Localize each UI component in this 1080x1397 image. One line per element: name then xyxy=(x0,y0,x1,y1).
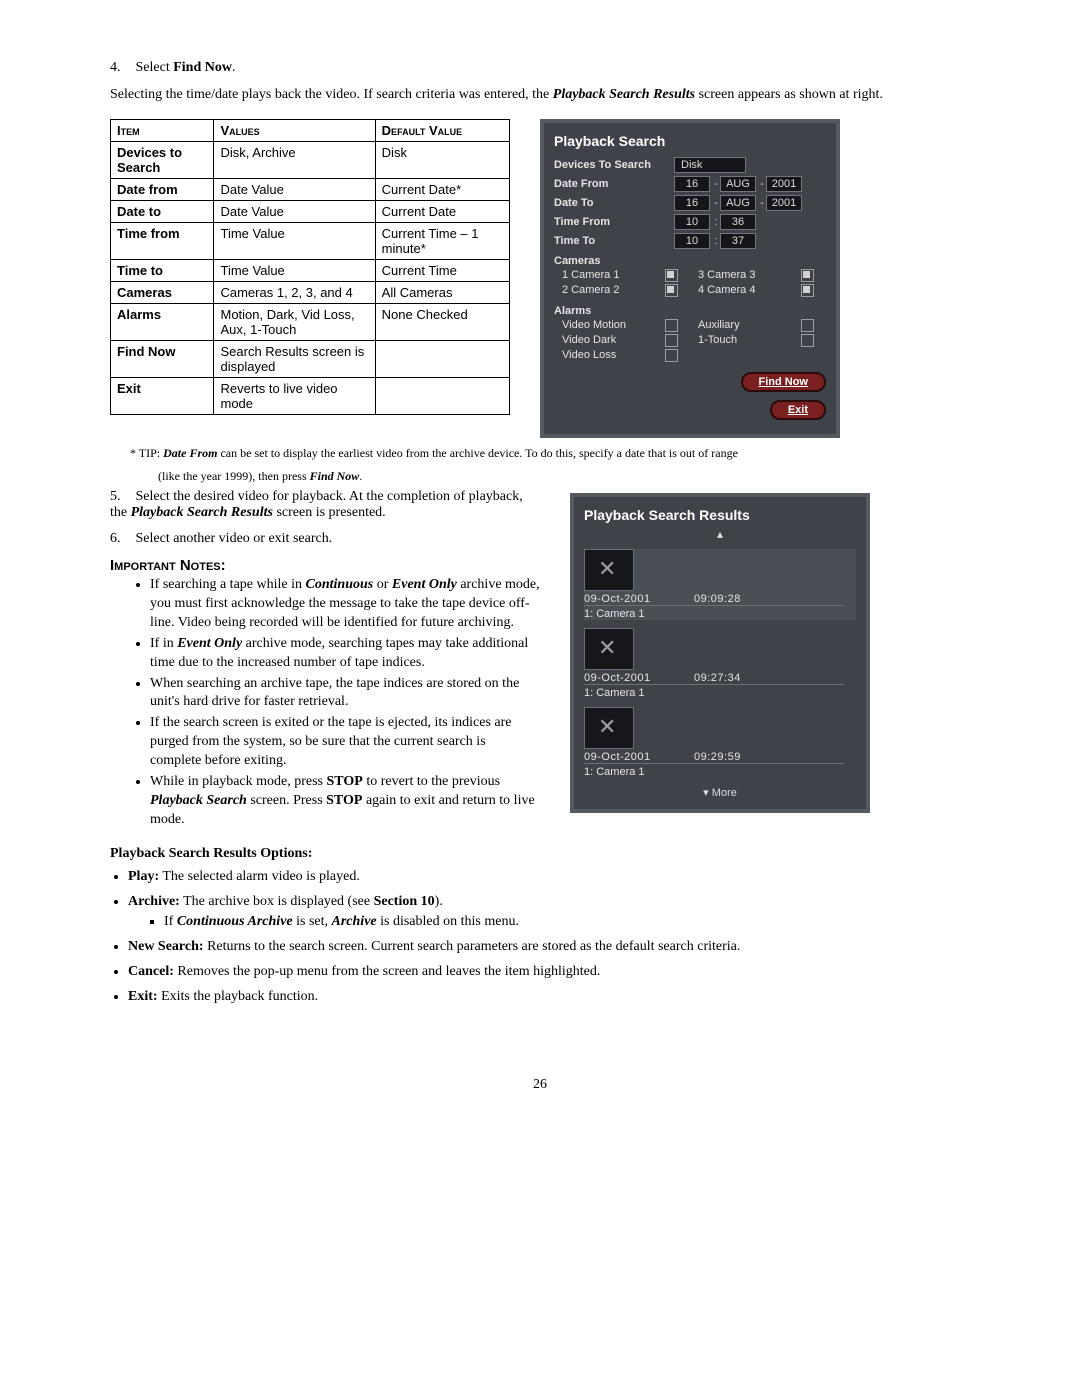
ps-df-mon[interactable]: AUG xyxy=(720,176,756,192)
ps-a-aux: Auxiliary xyxy=(690,319,801,331)
ps-date-to-label: Date To xyxy=(554,197,674,209)
ps-df-year[interactable]: 2001 xyxy=(766,176,802,192)
note-4: If the search screen is exited or the ta… xyxy=(150,714,540,771)
step-6: 6. Select another video or exit search. xyxy=(110,531,540,547)
tip-line1: * TIP: Date From can be set to display t… xyxy=(130,446,970,462)
table-row: Date fromDate ValueCurrent Date* xyxy=(111,178,510,200)
th-default: Default Value xyxy=(375,119,509,141)
ps-tt-h[interactable]: 10 xyxy=(674,233,710,249)
notes-list: If searching a tape while in Continuous … xyxy=(150,576,540,830)
checkbox-cam1[interactable] xyxy=(665,269,678,282)
option-exit: Exit: Exits the playback function. xyxy=(128,988,970,1007)
page-number: 26 xyxy=(110,1077,970,1093)
psr-title: Playback Search Results xyxy=(584,507,856,523)
ps-dt-year[interactable]: 2001 xyxy=(766,195,802,211)
thumbnail-icon xyxy=(584,549,634,591)
step-5: 5. Select the desired video for playback… xyxy=(110,489,540,521)
playback-search-screenshot: Playback Search Devices To Search Disk D… xyxy=(540,119,840,438)
intro-a: Selecting the time/date plays back the v… xyxy=(110,87,553,102)
ps-dt-mon[interactable]: AUG xyxy=(720,195,756,211)
ps-a-motion: Video Motion xyxy=(554,319,665,331)
psr-more[interactable]: More xyxy=(584,786,856,799)
option-play: Play: The selected alarm video is played… xyxy=(128,868,970,887)
ps-time-to-label: Time To xyxy=(554,235,674,247)
note-3: When searching an archive tape, the tape… xyxy=(150,675,540,713)
option-cancel: Cancel: Removes the pop-up menu from the… xyxy=(128,963,970,982)
step-4-text-a: Select xyxy=(136,60,174,75)
table-row: ExitReverts to live video mode xyxy=(111,377,510,414)
ps-alarms-section: Alarms xyxy=(554,305,826,317)
checkbox-cam4[interactable] xyxy=(801,284,814,297)
note-1: If searching a tape while in Continuous … xyxy=(150,576,540,633)
ps-cam4: 4 Camera 4 xyxy=(690,284,801,296)
scroll-up-icon[interactable]: ▴ xyxy=(584,527,856,541)
ps-cam1: 1 Camera 1 xyxy=(554,269,665,281)
step-4-num: 4. xyxy=(110,60,132,76)
intro-paragraph: Selecting the time/date plays back the v… xyxy=(110,86,970,105)
exit-button[interactable]: Exit xyxy=(770,400,826,420)
ps-cam3: 3 Camera 3 xyxy=(690,269,801,281)
th-values: Values xyxy=(214,119,375,141)
checkbox-cam3[interactable] xyxy=(801,269,814,282)
ps-dt-day[interactable]: 16 xyxy=(674,195,710,211)
thumbnail-icon xyxy=(584,707,634,749)
ps-tf-m[interactable]: 36 xyxy=(720,214,756,230)
checkbox-aux[interactable] xyxy=(801,319,814,332)
psr-item-1[interactable]: 09-Oct-200109:09:28 1: Camera 1 xyxy=(584,549,856,620)
table-header-row: Item Values Default Value xyxy=(111,119,510,141)
table-row: Time toTime ValueCurrent Time xyxy=(111,259,510,281)
options-title: Playback Search Results Options: xyxy=(110,846,970,862)
ps-time-from-label: Time From xyxy=(554,216,674,228)
checkbox-dark[interactable] xyxy=(665,334,678,347)
ps-a-loss: Video Loss xyxy=(554,349,665,361)
ps-date-from-label: Date From xyxy=(554,178,674,190)
checkbox-motion[interactable] xyxy=(665,319,678,332)
ps-cam2: 2 Camera 2 xyxy=(554,284,665,296)
checkbox-loss[interactable] xyxy=(665,349,678,362)
checkbox-cam2[interactable] xyxy=(665,284,678,297)
ps-a-dark: Video Dark xyxy=(554,334,665,346)
ps-devices-label: Devices To Search xyxy=(554,159,674,171)
thumbnail-icon xyxy=(584,628,634,670)
important-notes-title: Important Notes: xyxy=(110,557,540,574)
table-row: Find NowSearch Results screen is display… xyxy=(111,340,510,377)
option-newsearch: New Search: Returns to the search screen… xyxy=(128,938,970,957)
tip-line2: (like the year 1999), then press Find No… xyxy=(158,469,970,485)
intro-bi: Playback Search Results xyxy=(553,87,695,102)
playback-search-results-screenshot: Playback Search Results ▴ 09-Oct-200109:… xyxy=(570,493,870,813)
option-archive: Archive: The archive box is displayed (s… xyxy=(128,893,970,933)
psr-item-2[interactable]: 09-Oct-200109:27:34 1: Camera 1 xyxy=(584,628,856,699)
table-row: Devices to SearchDisk, ArchiveDisk xyxy=(111,141,510,178)
th-item: Item xyxy=(111,119,214,141)
step-4: 4. Select Find Now. xyxy=(110,60,970,76)
ps-tt-m[interactable]: 37 xyxy=(720,233,756,249)
settings-table: Item Values Default Value Devices to Sea… xyxy=(110,119,510,415)
options-list: Play: The selected alarm video is played… xyxy=(128,868,970,1007)
table-row: Time fromTime ValueCurrent Time – 1 minu… xyxy=(111,222,510,259)
ps-title: Playback Search xyxy=(554,133,826,149)
option-archive-sub: If Continuous Archive is set, Archive is… xyxy=(164,913,970,932)
step-4-bold: Find Now xyxy=(173,60,232,75)
ps-cameras-section: Cameras xyxy=(554,255,826,267)
psr-item-3[interactable]: 09-Oct-200109:29:59 1: Camera 1 xyxy=(584,707,856,778)
table-row: Date toDate ValueCurrent Date xyxy=(111,200,510,222)
table-row: AlarmsMotion, Dark, Vid Loss, Aux, 1-Tou… xyxy=(111,303,510,340)
find-now-button[interactable]: Find Now xyxy=(741,372,827,392)
ps-devices-field[interactable]: Disk xyxy=(674,157,746,173)
note-5: While in playback mode, press STOP to re… xyxy=(150,773,540,830)
step-4-text-b: . xyxy=(232,60,236,75)
checkbox-1touch[interactable] xyxy=(801,334,814,347)
ps-tf-h[interactable]: 10 xyxy=(674,214,710,230)
ps-df-day[interactable]: 16 xyxy=(674,176,710,192)
intro-b: screen appears as shown at right. xyxy=(695,87,883,102)
table-row: CamerasCameras 1, 2, 3, and 4All Cameras xyxy=(111,281,510,303)
ps-a-1t: 1-Touch xyxy=(690,334,801,346)
note-2: If in Event Only archive mode, searching… xyxy=(150,635,540,673)
